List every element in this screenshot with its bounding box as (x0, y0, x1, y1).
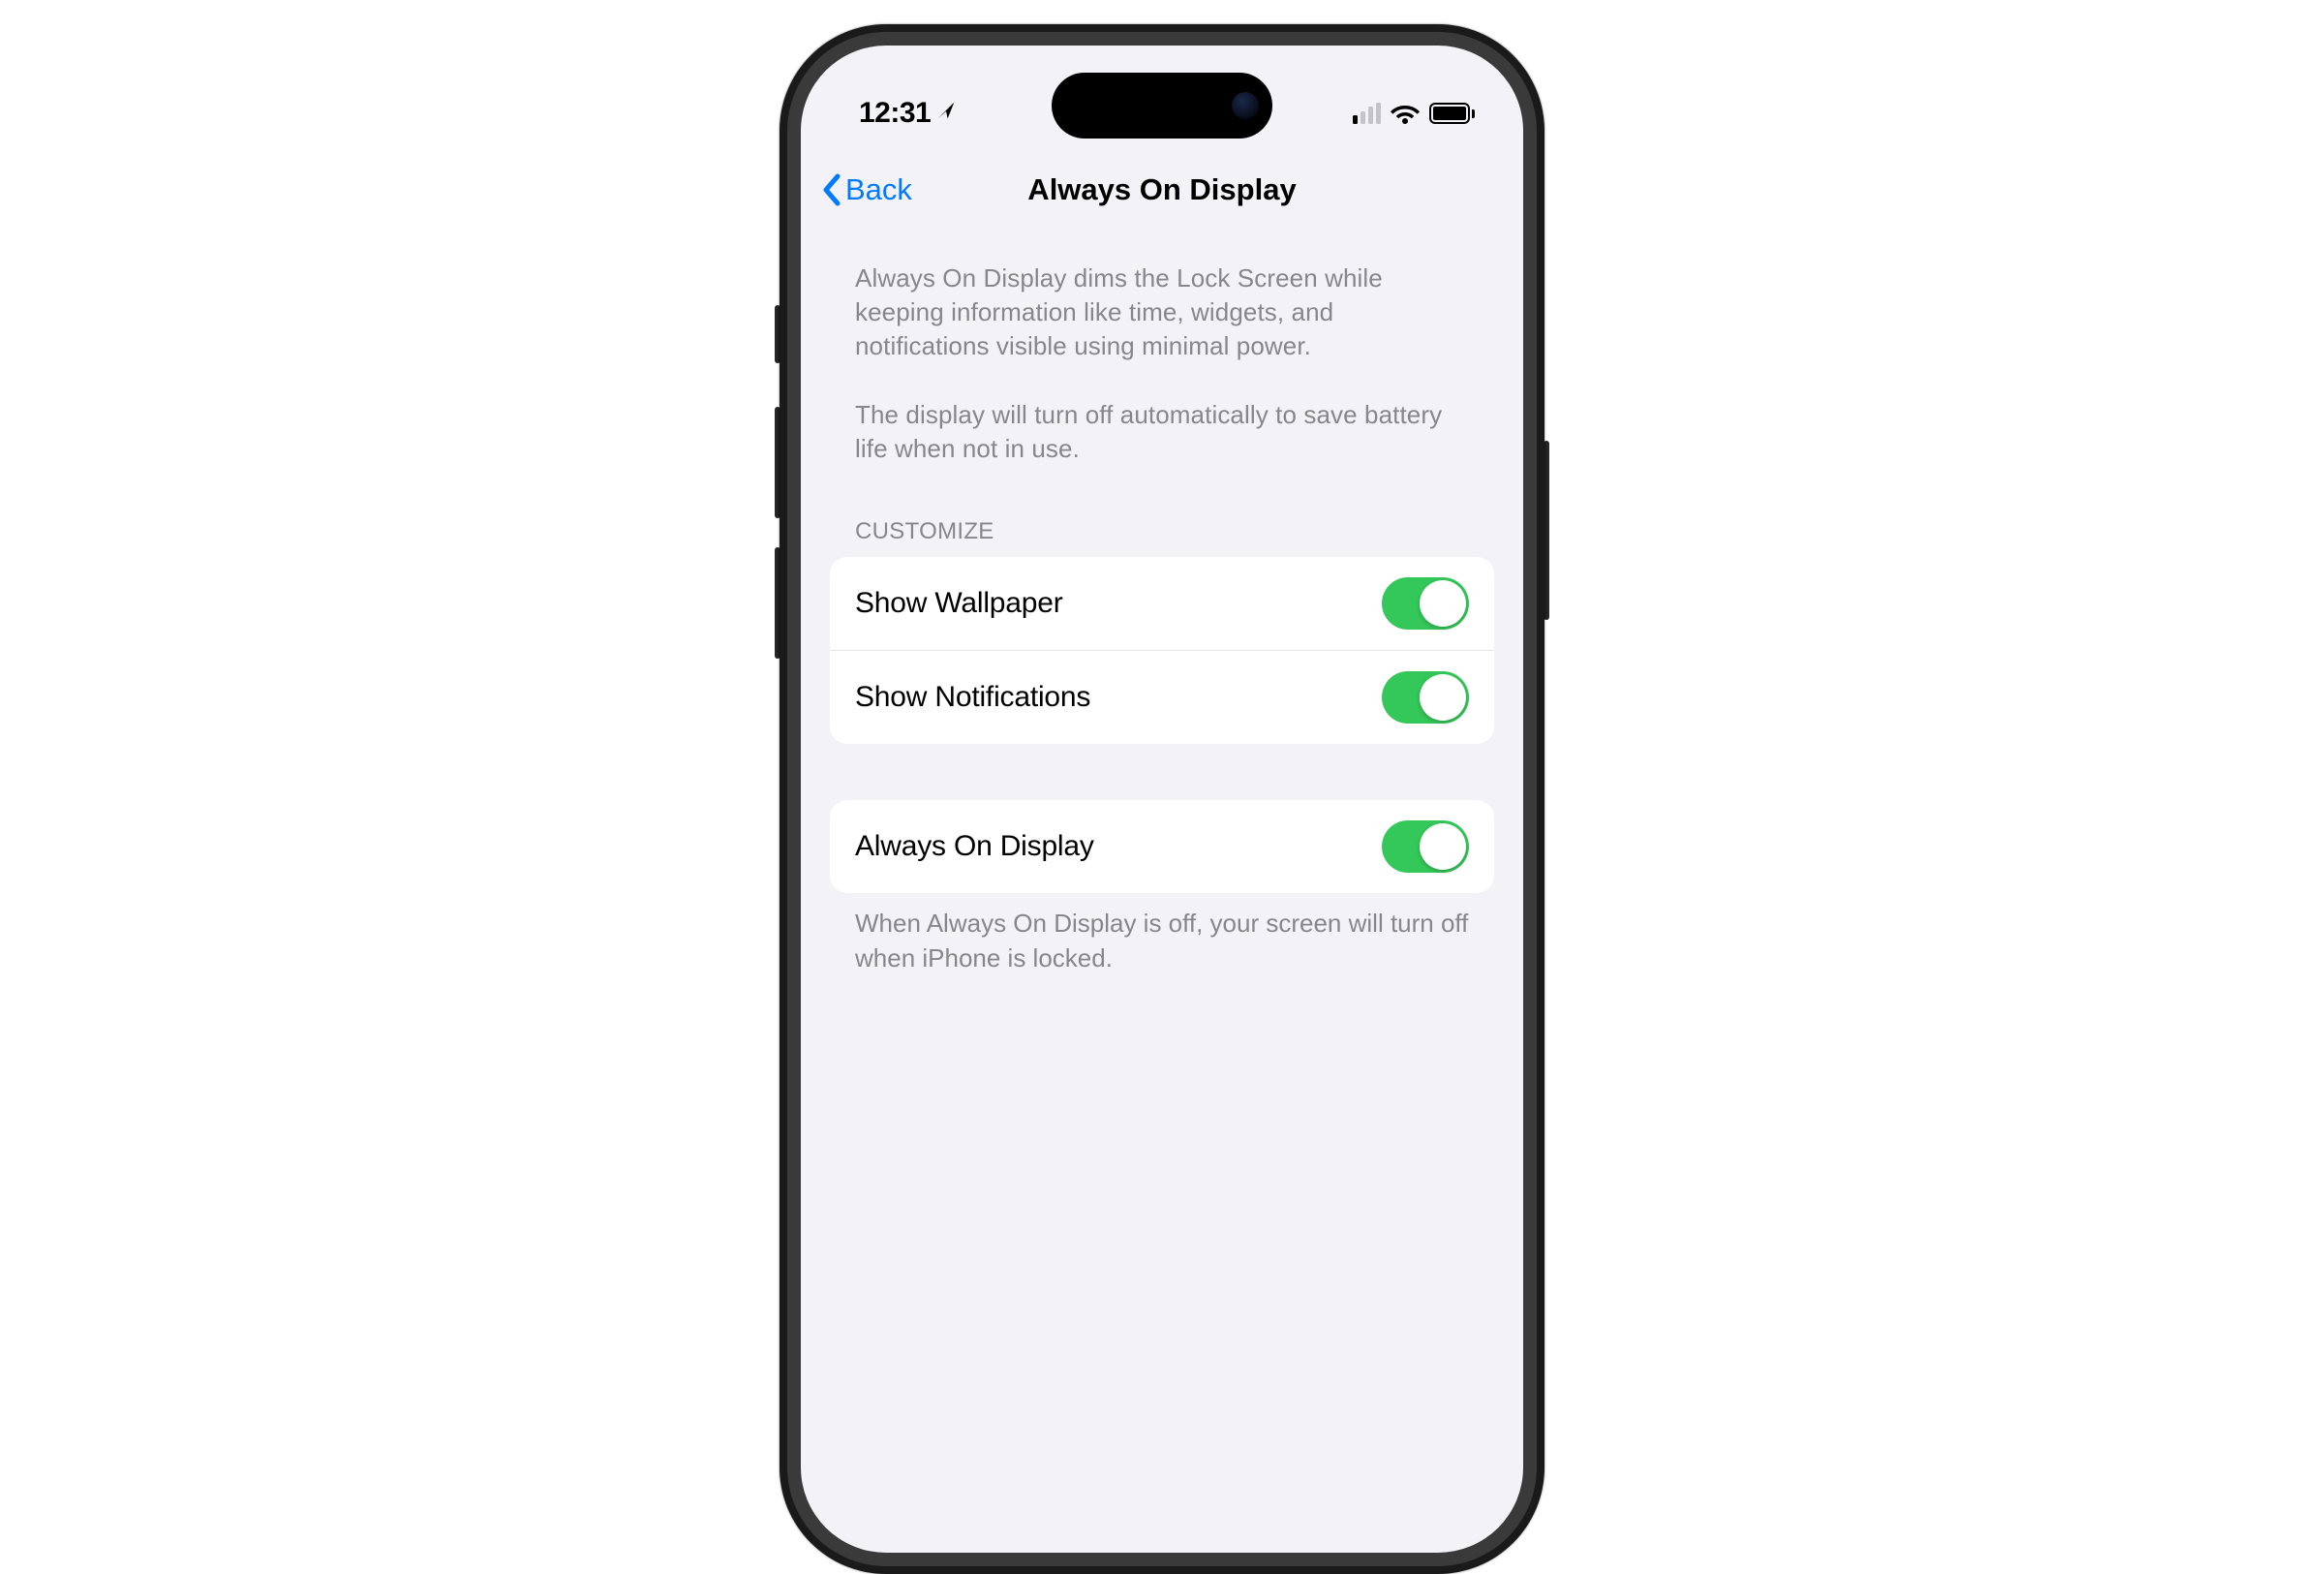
always-on-label: Always On Display (855, 830, 1094, 863)
battery-icon (1429, 103, 1475, 124)
show-notifications-label: Show Notifications (855, 681, 1090, 714)
cellular-signal-icon (1353, 103, 1381, 124)
show-wallpaper-row: Show Wallpaper (830, 557, 1494, 650)
auto-off-description: The display will turn off automatically … (830, 363, 1494, 466)
intro-description: Always On Display dims the Lock Screen w… (830, 228, 1494, 363)
customize-group: Show Wallpaper Show Notifications (830, 557, 1494, 744)
customize-section-header: CUSTOMIZE (830, 466, 1494, 557)
always-on-group: Always On Display (830, 800, 1494, 893)
location-icon (936, 100, 956, 127)
wifi-icon (1391, 103, 1420, 124)
chevron-left-icon (820, 172, 843, 207)
status-time: 12:31 (859, 97, 931, 130)
toggle-knob (1420, 674, 1466, 721)
back-label: Back (845, 172, 912, 207)
show-notifications-toggle[interactable] (1382, 671, 1469, 724)
show-wallpaper-toggle[interactable] (1382, 577, 1469, 630)
toggle-knob (1420, 580, 1466, 627)
dynamic-island (1052, 73, 1272, 139)
show-notifications-row: Show Notifications (830, 650, 1494, 744)
phone-screen: 12:31 (801, 46, 1523, 1553)
footer-description: When Always On Display is off, your scre… (830, 893, 1494, 974)
toggle-knob (1420, 823, 1466, 870)
page-title: Always On Display (1027, 172, 1296, 207)
front-camera (1232, 92, 1259, 119)
phone-device-frame: 12:31 (780, 24, 1544, 1574)
always-on-toggle[interactable] (1382, 820, 1469, 873)
show-wallpaper-label: Show Wallpaper (855, 587, 1063, 620)
navigation-bar: Back Always On Display (801, 152, 1523, 228)
back-button[interactable]: Back (820, 172, 912, 207)
always-on-row: Always On Display (830, 800, 1494, 893)
